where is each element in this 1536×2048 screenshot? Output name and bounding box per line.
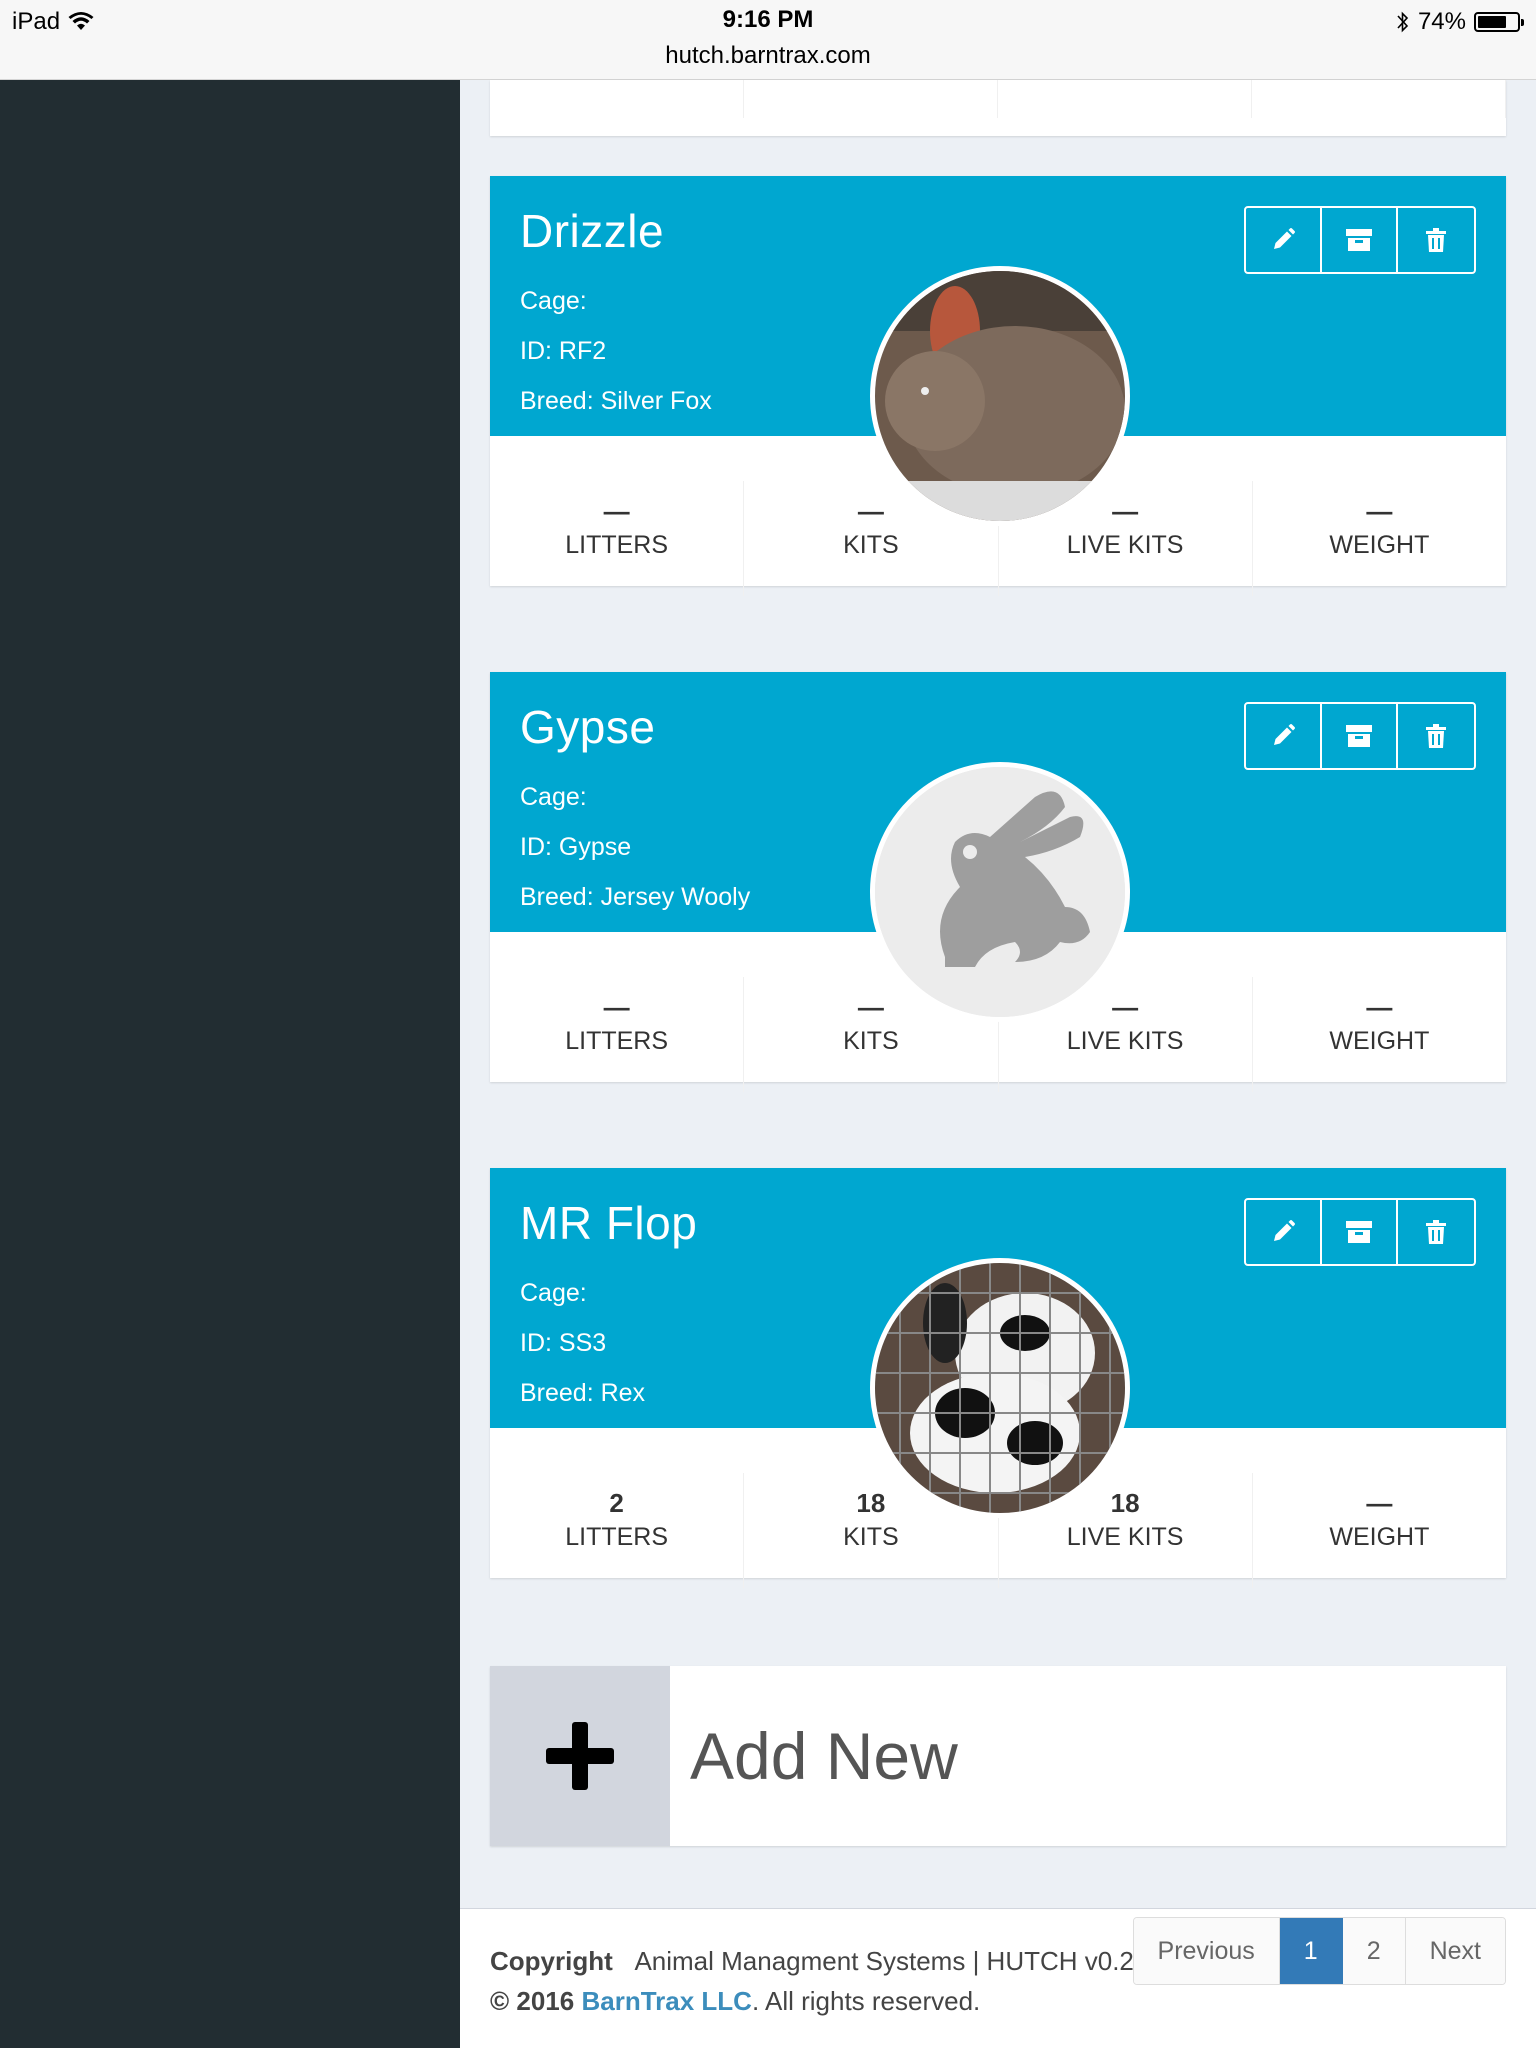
- stat-label: KITS: [843, 531, 899, 559]
- stat-value: —: [1366, 1488, 1393, 1518]
- add-new-button[interactable]: Add New: [490, 1666, 1506, 1846]
- copyright-label: Copyright: [490, 1946, 613, 1976]
- stat-litters: — LITTERS: [490, 481, 745, 596]
- stat-value: —: [1366, 496, 1393, 526]
- stat-weight: — WEIGHT: [1253, 1473, 1506, 1588]
- status-right: 74%: [1396, 8, 1524, 36]
- edit-button[interactable]: [1246, 704, 1322, 768]
- stat-weight: — WEIGHT: [1253, 481, 1506, 596]
- stat-label: WEIGHT: [1329, 1523, 1430, 1551]
- stat-label: LIVE KITS: [1066, 1523, 1184, 1551]
- add-new-label: Add New: [690, 1719, 958, 1793]
- animal-actions: [1244, 1198, 1476, 1266]
- edit-icon: [1274, 724, 1295, 745]
- plus-icon-box: [490, 1666, 670, 1846]
- stat-label: KITS: [843, 1523, 899, 1551]
- stat-value: —: [603, 992, 630, 1022]
- trash-icon: [1426, 228, 1446, 252]
- stat-label: LIVE KITS: [1066, 1027, 1184, 1055]
- stat-label: LITTERS: [565, 1027, 669, 1055]
- stat-value: 2: [609, 1488, 624, 1518]
- next-page-button[interactable]: Next: [1405, 1918, 1505, 1984]
- archive-icon: [1346, 725, 1372, 747]
- edit-icon: [1274, 1220, 1295, 1241]
- archive-button[interactable]: [1322, 704, 1398, 768]
- partial-stat-label: LIVE KITS: [998, 80, 1252, 118]
- stat-label: WEIGHT: [1329, 1027, 1430, 1055]
- sidebar: [0, 80, 460, 2048]
- stat-value: —: [603, 496, 630, 526]
- partial-stat-label: WEIGHT: [1252, 80, 1506, 118]
- stat-label: KITS: [843, 1027, 899, 1055]
- product-name: Animal Managment Systems | HUTCH v0.2: [634, 1946, 1134, 1976]
- page-2-button[interactable]: 2: [1342, 1918, 1406, 1984]
- footer-copyright: Copyright Animal Managment Systems | HUT…: [490, 1941, 1134, 2021]
- animal-actions: [1244, 206, 1476, 274]
- edit-button[interactable]: [1246, 208, 1322, 272]
- rights-text: . All rights reserved.: [751, 1986, 981, 2016]
- trash-icon: [1426, 1220, 1446, 1244]
- stat-litters: 2 LITTERS: [490, 1473, 745, 1588]
- delete-button[interactable]: [1398, 1200, 1474, 1264]
- archive-icon: [1346, 229, 1372, 251]
- animal-photo[interactable]: [870, 1258, 1130, 1518]
- stat-label: LIVE KITS: [1066, 531, 1184, 559]
- stat-label: LITTERS: [565, 531, 669, 559]
- stat-weight: — WEIGHT: [1253, 977, 1506, 1092]
- trash-icon: [1426, 724, 1446, 748]
- stat-litters: — LITTERS: [490, 977, 745, 1092]
- copyright-year: © 2016: [490, 1986, 575, 2016]
- plus-icon: [546, 1722, 614, 1790]
- bluetooth-icon: [1397, 11, 1409, 33]
- page-1-button[interactable]: 1: [1279, 1918, 1343, 1984]
- animal-photo[interactable]: [870, 266, 1130, 526]
- animal-card[interactable]: MR Flop Cage: ID: SS3 Breed: Rex 2 LITTERS 18 K…: [490, 1168, 1506, 1588]
- company-link[interactable]: BarnTrax LLC: [581, 1986, 752, 2016]
- archive-icon: [1346, 1221, 1372, 1243]
- partial-stat-label: LITTERS: [490, 80, 744, 118]
- partial-stats-row: LITTERSKITSLIVE KITSWEIGHT: [490, 80, 1506, 118]
- status-time: 9:16 PM: [722, 6, 814, 33]
- stat-label: WEIGHT: [1329, 531, 1430, 559]
- footer: Copyright Animal Managment Systems | HUT…: [460, 1908, 1536, 2048]
- edit-button[interactable]: [1246, 1200, 1322, 1264]
- partial-stat-label: KITS: [744, 80, 998, 118]
- archive-button[interactable]: [1322, 1200, 1398, 1264]
- battery-icon: [1474, 12, 1524, 32]
- ios-status-bar: iPad 9:16 PM hutch.barntrax.com 74%: [0, 0, 1536, 80]
- animal-card-header: MR Flop Cage: ID: SS3 Breed: Rex: [490, 1168, 1506, 1518]
- stat-value: —: [1366, 992, 1393, 1022]
- main-content: LITTERSKITSLIVE KITSWEIGHT DrizzleCage:I…: [460, 80, 1536, 2048]
- animal-card-header: Drizzle Cage: ID: RF2 Breed: Silver Fox: [490, 176, 1506, 526]
- battery-percent: 74%: [1417, 8, 1466, 35]
- address-bar-url[interactable]: hutch.barntrax.com: [0, 42, 1536, 70]
- partial-animal-card: LITTERSKITSLIVE KITSWEIGHT: [490, 80, 1506, 136]
- animal-card-header: Gypse Cage: ID: Gypse Breed: Jersey Wooly: [490, 672, 1506, 1022]
- delete-button[interactable]: [1398, 208, 1474, 272]
- edit-icon: [1274, 228, 1295, 249]
- animal-card[interactable]: Gypse Cage: ID: Gypse Breed: Jersey Wooly — L…: [490, 672, 1506, 1092]
- animal-actions: [1244, 702, 1476, 770]
- pagination: Previous 1 2 Next: [1132, 1917, 1506, 1985]
- stat-label: LITTERS: [565, 1523, 669, 1551]
- delete-button[interactable]: [1398, 704, 1474, 768]
- animal-photo[interactable]: [870, 762, 1130, 1022]
- previous-page-button[interactable]: Previous: [1133, 1918, 1280, 1984]
- animal-card[interactable]: Drizzle Cage: ID: RF2 Breed: Silver Fox — LIT…: [490, 176, 1506, 596]
- archive-button[interactable]: [1322, 208, 1398, 272]
